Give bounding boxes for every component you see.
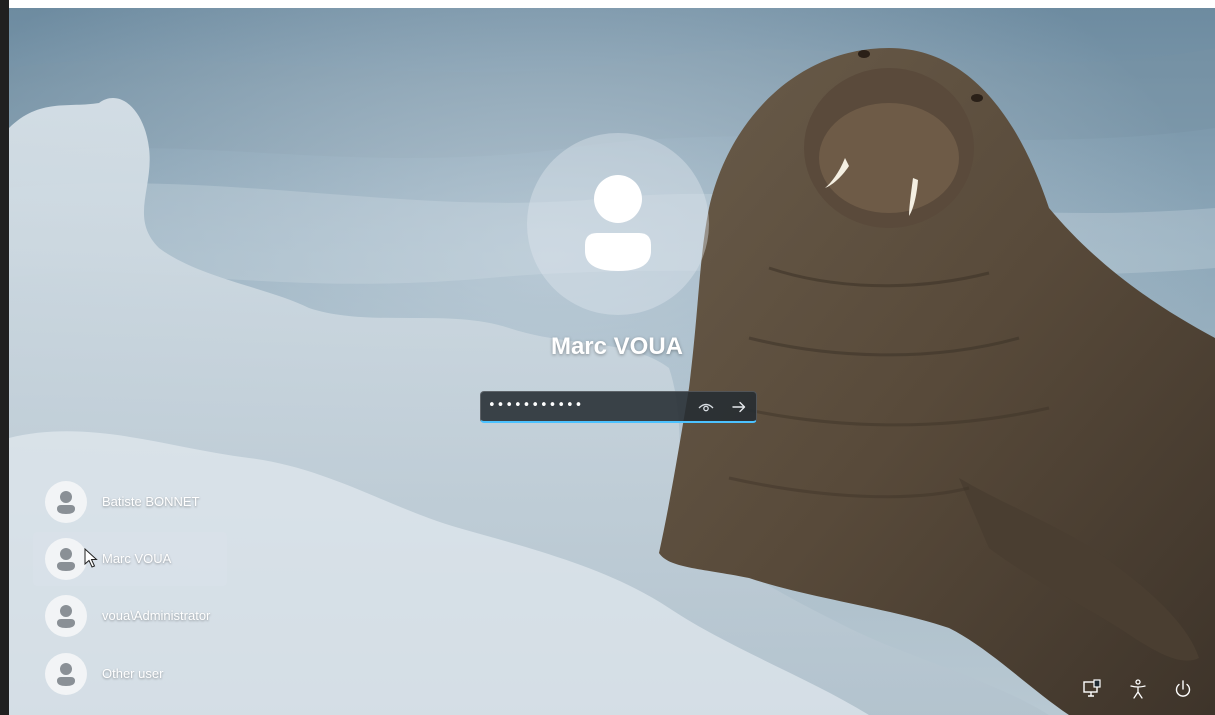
eye-icon bbox=[698, 403, 714, 412]
user-item-label: voua\Administrator bbox=[102, 608, 211, 623]
user-item-other-user[interactable]: Other user bbox=[33, 647, 227, 701]
person-icon bbox=[57, 663, 75, 686]
user-item-administrator[interactable]: voua\Administrator bbox=[33, 589, 227, 643]
reveal-password-button[interactable] bbox=[697, 399, 715, 415]
lock-screen: Marc VOUA ••••••••••• Batiste BONNET Mar… bbox=[0, 0, 1215, 715]
user-item-label: Marc VOUA bbox=[102, 551, 172, 566]
screen-top-border bbox=[0, 0, 1215, 8]
submit-button[interactable] bbox=[729, 397, 749, 417]
signin-user-name: Marc VOUA bbox=[550, 333, 684, 360]
power-button[interactable] bbox=[1172, 677, 1194, 701]
avatar bbox=[45, 481, 87, 523]
user-item-label: Batiste BONNET bbox=[102, 494, 200, 509]
avatar bbox=[45, 595, 87, 637]
main-user-avatar bbox=[527, 133, 709, 315]
network-icon bbox=[1083, 679, 1101, 697]
avatar bbox=[45, 653, 87, 695]
accessibility-icon bbox=[1130, 679, 1146, 699]
user-item-marc-voua[interactable]: Marc VOUA bbox=[33, 532, 227, 586]
person-icon bbox=[57, 548, 75, 571]
screen-left-border bbox=[0, 0, 9, 715]
network-button[interactable] bbox=[1081, 677, 1103, 701]
arrow-right-icon bbox=[732, 401, 746, 413]
power-icon bbox=[1175, 680, 1191, 697]
avatar bbox=[45, 538, 87, 580]
user-item-label: Other user bbox=[102, 666, 164, 681]
password-value[interactable]: ••••••••••• bbox=[488, 398, 583, 413]
person-icon bbox=[57, 491, 75, 514]
password-field[interactable]: ••••••••••• bbox=[480, 391, 757, 423]
person-icon bbox=[585, 175, 651, 271]
user-item-batiste-bonnet[interactable]: Batiste BONNET bbox=[33, 475, 227, 529]
mouse-cursor-icon bbox=[84, 547, 98, 568]
person-icon bbox=[57, 605, 75, 628]
accessibility-button[interactable] bbox=[1127, 677, 1149, 701]
